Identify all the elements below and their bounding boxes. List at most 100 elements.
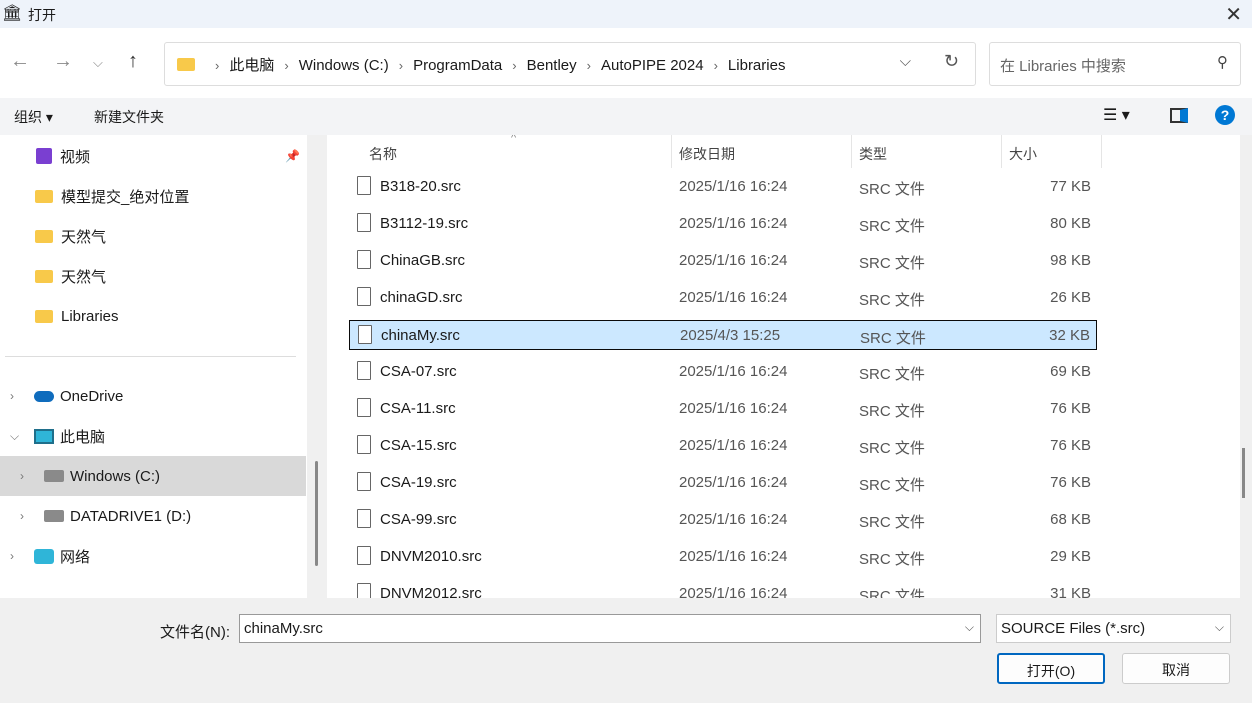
cancel-button[interactable]: 取消: [1122, 653, 1230, 684]
breadcrumb-item[interactable]: Libraries: [728, 57, 786, 74]
chevron-down-icon[interactable]: ⌵: [10, 429, 34, 444]
chevron-right-icon[interactable]: ›: [714, 58, 718, 73]
file-list-scrollbar[interactable]: [1240, 135, 1252, 598]
file-size: 26 KB: [1050, 289, 1091, 306]
sidebar-item-label: DATADRIVE1 (D:): [70, 507, 192, 525]
sidebar-item[interactable]: › DATADRIVE1 (D:): [0, 496, 306, 536]
address-bar[interactable]: › 此电脑 › Windows (C:) › ProgramData › Bentley › Au…: [164, 42, 976, 86]
sidebar-scrollbar[interactable]: [307, 135, 327, 598]
file-icon: [357, 509, 371, 528]
chevron-right-icon[interactable]: ›: [587, 58, 591, 73]
file-type: SRC 文件: [859, 403, 925, 420]
breadcrumb-item[interactable]: 此电脑: [229, 57, 274, 74]
file-row[interactable]: B318-20.src 2025/1/16 16:24 SRC 文件 77 KB: [349, 172, 1097, 202]
file-icon: [357, 176, 371, 195]
file-date: 2025/1/16 16:24: [679, 400, 788, 417]
file-row[interactable]: CSA-11.src 2025/1/16 16:24 SRC 文件 76 KB: [349, 394, 1097, 424]
chevron-right-icon[interactable]: ›: [284, 58, 288, 73]
close-icon[interactable]: ✕: [1225, 2, 1242, 27]
file-name: B3112-19.src: [380, 215, 469, 232]
filename-input[interactable]: chinaMy.src ⌵: [239, 614, 981, 643]
sidebar-item[interactable]: › OneDrive: [0, 376, 306, 416]
file-date: 2025/1/16 16:24: [679, 215, 788, 232]
sidebar-item-label: Libraries: [61, 307, 119, 325]
chevron-down-icon: ⌵: [1214, 620, 1224, 634]
forward-icon[interactable]: →: [53, 50, 73, 73]
new-folder-button[interactable]: 新建文件夹: [94, 107, 164, 127]
organize-button[interactable]: 组织 ▾: [14, 107, 53, 127]
file-row[interactable]: DNVM2010.src 2025/1/16 16:24 SRC 文件 29 KB: [349, 542, 1097, 572]
file-icon: [357, 287, 371, 306]
drive-icon: [44, 510, 64, 522]
view-menu-icon[interactable]: ☰ ▾: [1103, 105, 1130, 125]
chevron-right-icon[interactable]: ›: [20, 469, 44, 483]
file-icon: [357, 398, 371, 417]
filetype-select[interactable]: SOURCE Files (*.src) ⌵: [996, 614, 1231, 643]
file-row[interactable]: CSA-07.src 2025/1/16 16:24 SRC 文件 69 KB: [349, 357, 1097, 387]
recent-dropdown-icon[interactable]: ⌵: [93, 55, 103, 71]
file-date: 2025/1/16 16:24: [679, 252, 788, 269]
file-name: chinaMy.src: [381, 327, 460, 344]
chevron-down-icon[interactable]: ⌵: [965, 620, 974, 635]
navigation-pane: 视频 📌 模型提交_绝对位置 天然气 天然气 Libraries › OneDrive ⌵ 此电脑…: [0, 135, 307, 598]
column-type[interactable]: 类型: [859, 144, 887, 164]
breadcrumb-item[interactable]: Windows (C:): [299, 57, 389, 74]
file-row[interactable]: DNVM2012.src 2025/1/16 16:24 SRC 文件 31 KB: [349, 579, 1097, 598]
search-input[interactable]: 在 Libraries 中搜索 ⚲: [989, 42, 1241, 86]
sidebar-item[interactable]: 视频 📌: [0, 136, 306, 176]
file-name: B318-20.src: [380, 178, 461, 195]
network-icon: [34, 548, 54, 564]
file-size: 77 KB: [1050, 178, 1091, 195]
file-row[interactable]: CSA-15.src 2025/1/16 16:24 SRC 文件 76 KB: [349, 431, 1097, 461]
help-icon[interactable]: ?: [1215, 105, 1235, 125]
sidebar-item-label: Windows (C:): [70, 467, 161, 485]
sidebar-item[interactable]: ⌵ 此电脑: [0, 416, 306, 456]
open-button[interactable]: 打开(O): [997, 653, 1105, 684]
column-name[interactable]: 名称: [369, 144, 397, 164]
file-size: 76 KB: [1050, 474, 1091, 491]
video-icon: [36, 148, 52, 164]
file-type: SRC 文件: [859, 588, 925, 598]
breadcrumb-item[interactable]: Bentley: [527, 57, 577, 74]
search-placeholder: 在 Libraries 中搜索: [1000, 58, 1126, 75]
chevron-right-icon[interactable]: ›: [10, 389, 34, 403]
onedrive-icon: [34, 390, 54, 402]
chevron-right-icon[interactable]: ›: [10, 549, 34, 563]
column-date[interactable]: 修改日期: [679, 144, 735, 164]
file-list: 名称 ^ 修改日期 类型 大小 B318-20.src 2025/1/16 16:…: [327, 135, 1240, 598]
file-icon: [357, 583, 371, 598]
file-row[interactable]: ChinaGB.src 2025/1/16 16:24 SRC 文件 98 KB: [349, 246, 1097, 276]
file-type: SRC 文件: [859, 218, 925, 235]
file-name: chinaGD.src: [380, 289, 463, 306]
sidebar-item[interactable]: › 网络: [0, 536, 306, 576]
sidebar-item[interactable]: › Windows (C:): [0, 456, 306, 496]
refresh-icon[interactable]: ↻: [944, 51, 959, 72]
chevron-right-icon[interactable]: ›: [512, 58, 516, 73]
folder-icon: [177, 57, 195, 71]
chevron-down-icon[interactable]: ⌵: [900, 53, 911, 70]
preview-pane-icon[interactable]: [1170, 108, 1188, 123]
file-row[interactable]: chinaGD.src 2025/1/16 16:24 SRC 文件 26 KB: [349, 283, 1097, 313]
chevron-right-icon[interactable]: ›: [20, 509, 44, 523]
chevron-right-icon[interactable]: ›: [399, 58, 403, 73]
file-row[interactable]: B3112-19.src 2025/1/16 16:24 SRC 文件 80 KB: [349, 209, 1097, 239]
file-icon: [357, 472, 371, 491]
back-icon[interactable]: ←: [10, 50, 30, 73]
column-header: 名称 ^ 修改日期 类型 大小: [327, 135, 1240, 168]
file-row[interactable]: chinaMy.src 2025/4/3 15:25 SRC 文件 32 KB: [349, 320, 1097, 350]
column-size[interactable]: 大小: [1009, 144, 1037, 164]
sidebar-item-label: 此电脑: [60, 428, 106, 446]
sidebar-item[interactable]: 模型提交_绝对位置: [0, 176, 306, 216]
breadcrumb-item[interactable]: AutoPIPE 2024: [601, 57, 704, 74]
breadcrumb-item[interactable]: ProgramData: [413, 57, 502, 74]
file-size: 29 KB: [1050, 548, 1091, 565]
file-row[interactable]: CSA-99.src 2025/1/16 16:24 SRC 文件 68 KB: [349, 505, 1097, 535]
up-icon[interactable]: ↑: [128, 50, 138, 73]
sidebar-item[interactable]: Libraries: [0, 296, 306, 336]
file-row[interactable]: CSA-19.src 2025/1/16 16:24 SRC 文件 76 KB: [349, 468, 1097, 498]
sidebar-item[interactable]: 天然气: [0, 256, 306, 296]
pin-icon[interactable]: 📌: [285, 149, 300, 163]
chevron-right-icon[interactable]: ›: [215, 58, 219, 73]
file-size: 68 KB: [1050, 511, 1091, 528]
sidebar-item[interactable]: 天然气: [0, 216, 306, 256]
